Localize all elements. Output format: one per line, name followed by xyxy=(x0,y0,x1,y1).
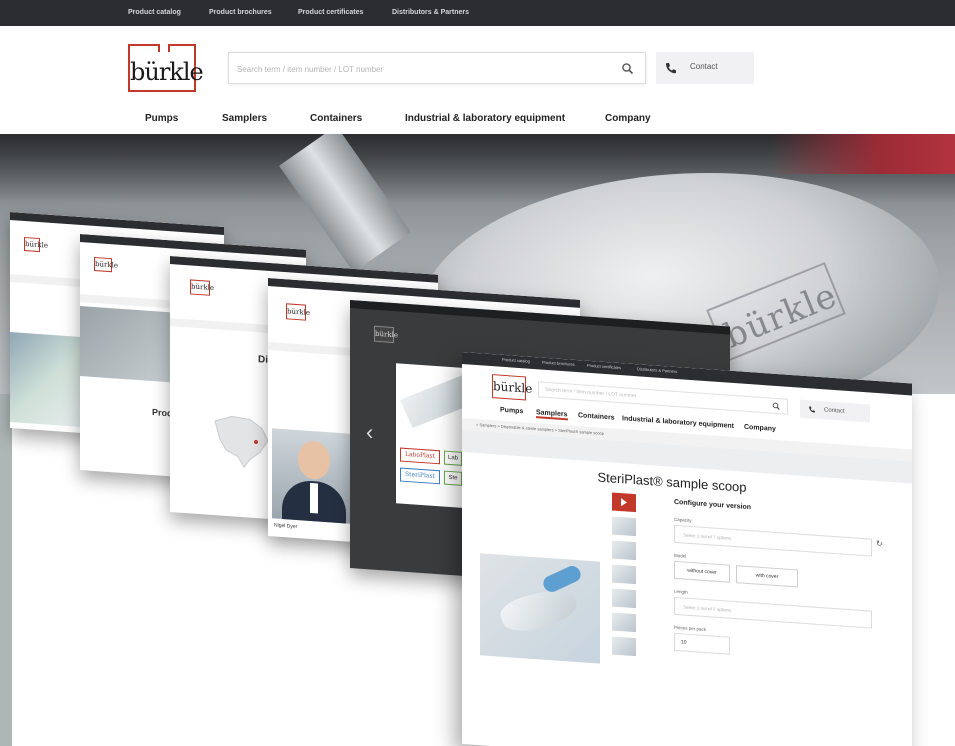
brand-label-laboplast: LaboPlast xyxy=(400,447,440,465)
card-logo: bürkle xyxy=(94,256,118,273)
product-thumbnail[interactable] xyxy=(612,636,636,657)
product-main-image[interactable] xyxy=(480,553,600,664)
length-label: Length xyxy=(674,588,688,595)
topbar-link-distributors-partners[interactable]: Distributors & Partners xyxy=(392,0,469,26)
pieces-per-pack-label: Pieces per pack xyxy=(674,624,707,633)
video-play-button[interactable] xyxy=(612,492,636,513)
front-nav-samplers[interactable]: Samplers xyxy=(536,409,568,421)
person-name: Nigel Dyer xyxy=(274,522,298,531)
nav-item-samplers[interactable]: Samplers xyxy=(222,113,267,124)
contact-button[interactable]: Contact xyxy=(656,52,754,84)
phone-icon xyxy=(666,63,676,74)
person-shirt xyxy=(310,482,318,514)
model-option-with-cover[interactable]: with cover xyxy=(736,565,798,588)
logo-text: bürkle xyxy=(130,58,204,86)
product-thumbnail[interactable] xyxy=(612,564,636,585)
pieces-per-pack-field[interactable]: 10 xyxy=(674,632,730,655)
front-topbar-link[interactable]: Product brochures xyxy=(542,360,575,367)
phone-icon xyxy=(809,406,815,413)
left-edge-strip xyxy=(0,394,12,746)
brand-label-steriplast: SteriPlast xyxy=(400,467,440,485)
card-logo: bürkle xyxy=(190,279,214,296)
nav-item-pumps[interactable]: Pumps xyxy=(145,113,178,124)
product-thumbnail[interactable] xyxy=(612,612,636,633)
card-logo: bürkle xyxy=(286,303,310,321)
brand-logo[interactable]: bürkle xyxy=(128,44,204,92)
front-search-placeholder: Search term / item number / LOT number xyxy=(545,386,637,400)
glove-shape xyxy=(540,563,584,595)
card-logo: bürkle xyxy=(374,325,398,344)
front-nav-company[interactable]: Company xyxy=(744,424,776,433)
topbar-link-product-brochures[interactable]: Product brochures xyxy=(209,0,272,26)
model-option-without-cover[interactable]: without cover xyxy=(674,560,730,583)
search-icon[interactable] xyxy=(621,62,635,76)
card-logo: bürkle xyxy=(24,236,48,253)
brand-label-lab: Lab xyxy=(444,450,462,466)
length-select[interactable]: Select 1 out of 2 options xyxy=(674,596,872,629)
capacity-placeholder: Select 1 out of 7 options xyxy=(683,532,732,541)
front-nav-pumps[interactable]: Pumps xyxy=(500,407,523,416)
reset-icon[interactable]: ↻ xyxy=(876,539,883,548)
capacity-select[interactable]: Select 1 out of 7 options xyxy=(674,524,872,557)
front-logo[interactable]: bürkle xyxy=(492,374,532,401)
top-utility-bar: Product catalog Product brochures Produc… xyxy=(0,0,955,26)
front-nav-industrial-laboratory-equipment[interactable]: Industrial & laboratory equipment xyxy=(622,415,734,430)
capacity-label: Capacity xyxy=(674,516,692,524)
topbar-link-product-catalog[interactable]: Product catalog xyxy=(128,0,181,26)
search-input[interactable] xyxy=(237,59,607,79)
front-topbar-link[interactable]: Distributors & Partners xyxy=(637,366,677,374)
card-product-image xyxy=(10,332,90,428)
nav-item-industrial-laboratory-equipment[interactable]: Industrial & laboratory equipment xyxy=(405,113,565,124)
front-contact-label: Contact xyxy=(824,407,845,415)
front-search-bar[interactable]: Search term / item number / LOT number xyxy=(538,381,788,415)
play-icon xyxy=(621,498,627,507)
front-topbar-link[interactable]: Product catalog xyxy=(502,357,530,364)
search-bar xyxy=(228,52,646,84)
topbar-link-product-certificates[interactable]: Product certificates xyxy=(298,0,363,26)
product-thumbnail[interactable] xyxy=(612,588,636,609)
product-thumbnail[interactable] xyxy=(612,540,636,561)
configurator-heading: Configure your version xyxy=(674,498,752,512)
front-contact-button[interactable]: Contact xyxy=(800,399,870,423)
length-placeholder: Select 1 out of 2 options xyxy=(683,604,732,613)
person-face xyxy=(298,440,330,481)
carousel-prev-arrow[interactable]: ‹ xyxy=(366,419,373,446)
product-page-card: Product catalog Product brochures Produc… xyxy=(462,352,912,746)
front-topbar-link[interactable]: Product certificates xyxy=(587,363,621,370)
nav-item-company[interactable]: Company xyxy=(605,113,651,124)
scoop-shape xyxy=(496,583,582,638)
brand-label-ste: Ste xyxy=(444,470,462,486)
nav-item-containers[interactable]: Containers xyxy=(310,113,362,124)
card-hero-image xyxy=(80,306,180,383)
person-photo xyxy=(272,428,356,525)
model-label: Model xyxy=(674,552,687,559)
contact-label: Contact xyxy=(690,62,718,71)
hero-red-accent xyxy=(770,134,955,174)
logo-notch xyxy=(158,44,170,52)
front-nav-containers[interactable]: Containers xyxy=(578,412,615,422)
search-icon[interactable] xyxy=(772,402,781,412)
product-thumbnail[interactable] xyxy=(612,516,636,537)
